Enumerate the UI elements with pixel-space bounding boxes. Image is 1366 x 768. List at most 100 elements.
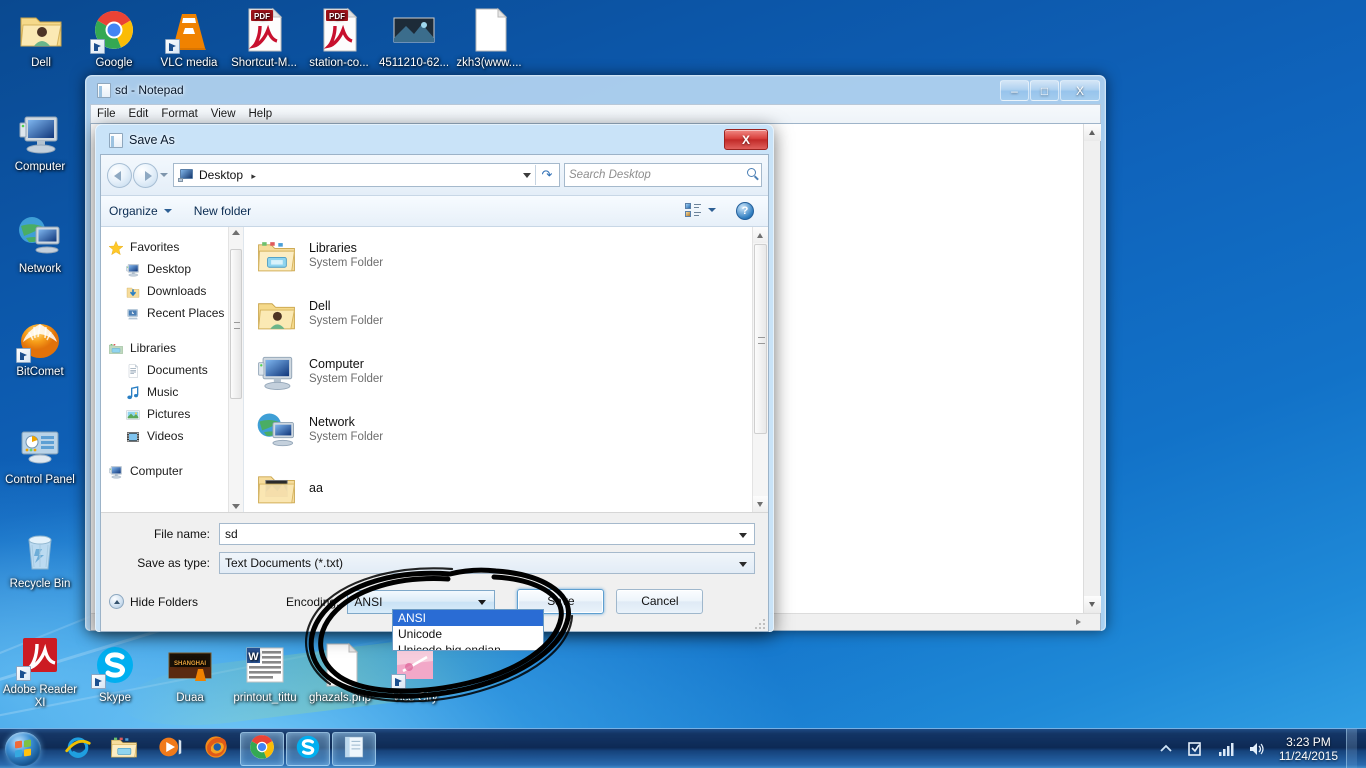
dropdown-option-ansi[interactable]: ANSI (393, 610, 543, 626)
taskbar-skype[interactable] (286, 731, 330, 766)
navigation-pane[interactable]: Favorites Desktop Downloads Recent Places Li… (101, 227, 244, 512)
desktop-icon-station-co[interactable]: PDF station-co... (301, 6, 377, 70)
taskbar-app-buttons[interactable] (56, 731, 376, 766)
scroll-down-icon[interactable] (1084, 596, 1101, 613)
scrollbar-thumb[interactable] (230, 249, 242, 399)
scroll-up-icon[interactable] (753, 227, 768, 243)
menu-help[interactable]: Help (249, 108, 273, 120)
maximize-button[interactable]: □ (1030, 80, 1059, 101)
menu-file[interactable]: File (97, 108, 116, 120)
scroll-down-icon[interactable] (232, 504, 240, 509)
menu-view[interactable]: View (211, 108, 236, 120)
dropdown-option-unicode[interactable]: Unicode (393, 626, 543, 642)
network-signal-icon[interactable] (1216, 739, 1236, 759)
nav-pane-scrollbar[interactable] (228, 227, 243, 512)
scroll-up-icon[interactable] (232, 230, 240, 235)
file-name-input[interactable]: sd (219, 523, 755, 545)
forward-button[interactable] (133, 162, 158, 188)
desktop-icon-skype[interactable]: Skype (77, 641, 153, 705)
chevron-down-icon[interactable] (739, 533, 747, 538)
desktop-icon-ghazals-php[interactable]: ghazals.php (302, 641, 378, 705)
notepad-vertical-scrollbar[interactable] (1083, 124, 1101, 630)
chevron-up-icon[interactable] (1156, 739, 1176, 759)
nav-group-libraries[interactable]: Libraries (108, 337, 243, 359)
file-list-item[interactable]: aa (244, 459, 768, 512)
cancel-button[interactable]: Cancel (616, 589, 704, 614)
resize-grip[interactable] (753, 617, 765, 629)
file-list-pane[interactable]: Libraries System Folder Dell System Folder C… (244, 227, 768, 512)
desktop-icon-vlc-media[interactable]: VLC media (151, 6, 227, 70)
desktop-icon-adobe-reader-xi[interactable]: Adobe Reader XI (2, 633, 78, 710)
back-button[interactable] (107, 162, 132, 188)
taskbar-windows-media-player[interactable] (148, 732, 192, 766)
nav-item-downloads[interactable]: Downloads (108, 280, 243, 302)
show-desktop-button[interactable] (1346, 729, 1357, 768)
desktop-icon-printout-tittu[interactable]: Wprintout_tittu (227, 641, 303, 705)
chevron-down-icon[interactable] (708, 208, 716, 212)
scroll-down-icon[interactable] (753, 496, 768, 512)
taskbar-windows-explorer[interactable] (102, 732, 146, 766)
desktop-icon-4511210-62[interactable]: 4511210-62... (376, 6, 452, 70)
clock[interactable]: 3:23 PM 11/24/2015 (1279, 735, 1338, 763)
scroll-up-icon[interactable] (1084, 124, 1101, 141)
save-as-type-select[interactable]: Text Documents (*.txt) (219, 552, 755, 574)
chevron-down-icon[interactable] (523, 173, 531, 178)
nav-item-recent-places[interactable]: Recent Places (108, 302, 243, 324)
breadcrumb-root[interactable]: Desktop (199, 168, 243, 182)
save-as-close-button[interactable]: X (724, 129, 768, 150)
address-box[interactable]: Desktop ▸ ↷ (173, 163, 560, 187)
desktop-icon-network[interactable]: Network (2, 212, 78, 276)
desktop-icon-shortcut-m[interactable]: PDF Shortcut-M... (226, 6, 302, 70)
nav-item-documents[interactable]: Documents (108, 359, 243, 381)
file-list-item[interactable]: Dell System Folder (244, 285, 768, 343)
nav-group-favorites[interactable]: Favorites (108, 236, 243, 258)
nav-item-videos[interactable]: Videos (108, 425, 243, 447)
dropdown-option-unicode-big-endian[interactable]: Unicode big endian (393, 642, 543, 650)
save-as-dialog[interactable]: Save As X Desktop ▸ ↷ Search Desktop Org… (95, 124, 774, 632)
chevron-down-icon[interactable] (478, 599, 487, 605)
action-center-icon[interactable] (1186, 739, 1206, 759)
scroll-right-icon[interactable] (1076, 619, 1081, 625)
hide-folders-button[interactable]: Hide Folders (109, 594, 198, 609)
desktop-icon-control-panel[interactable]: Control Panel (2, 423, 78, 487)
menu-edit[interactable]: Edit (129, 108, 149, 120)
desktop-icon-computer[interactable]: Computer (2, 110, 78, 174)
file-list-item[interactable]: Network System Folder (244, 401, 768, 459)
taskbar-chrome[interactable] (240, 731, 284, 766)
organize-button[interactable]: Organize (109, 204, 172, 218)
help-icon[interactable]: ? (736, 202, 754, 220)
close-button[interactable]: X (1060, 80, 1100, 101)
taskbar[interactable]: 3:23 PM 11/24/2015 (0, 728, 1366, 768)
system-tray[interactable]: 3:23 PM 11/24/2015 (1151, 729, 1366, 768)
desktop-icon-recycle-bin[interactable]: Recycle Bin (2, 527, 78, 591)
start-button[interactable] (2, 730, 50, 768)
chevron-down-icon[interactable] (739, 562, 747, 567)
nav-item-music[interactable]: Music (108, 381, 243, 403)
new-folder-button[interactable]: New folder (194, 204, 251, 218)
desktop-icon-duaa[interactable]: SHANGHAI Duaa (152, 641, 228, 705)
nav-item-pictures[interactable]: Pictures (108, 403, 243, 425)
volume-icon[interactable] (1246, 739, 1266, 759)
taskbar-internet-explorer[interactable] (56, 732, 100, 766)
taskbar-notepad[interactable] (332, 731, 376, 766)
file-list-item[interactable]: Libraries System Folder (244, 227, 768, 285)
nav-item-desktop[interactable]: Desktop (108, 258, 243, 280)
minimize-button[interactable]: – (1000, 80, 1029, 101)
breadcrumb[interactable]: Desktop ▸ (199, 168, 261, 182)
desktop-icon-dell[interactable]: Dell (3, 6, 79, 70)
desktop-icon-bitcomet[interactable]: BitComet (2, 315, 78, 379)
refresh-icon[interactable]: ↷ (535, 165, 558, 185)
encoding-dropdown-list[interactable]: ANSI Unicode Unicode big endian (392, 609, 544, 651)
file-list-item[interactable]: Computer System Folder (244, 343, 768, 401)
taskbar-firefox[interactable] (194, 732, 238, 766)
notepad-window-controls[interactable]: – □ X (999, 80, 1100, 101)
menu-format[interactable]: Format (161, 108, 197, 120)
file-list-scrollbar[interactable] (752, 227, 768, 512)
notepad-titlebar[interactable]: sd - Notepad – □ X (90, 80, 1101, 104)
desktop-icon-google[interactable]: Google (76, 6, 152, 70)
recent-locations-dropdown[interactable] (159, 163, 170, 188)
desktop-icon-zkh3-www[interactable]: zkh3(www.... (451, 6, 527, 70)
search-box[interactable]: Search Desktop (564, 163, 762, 187)
change-view-button[interactable] (685, 202, 716, 218)
nav-group-computer[interactable]: Computer (108, 460, 243, 482)
